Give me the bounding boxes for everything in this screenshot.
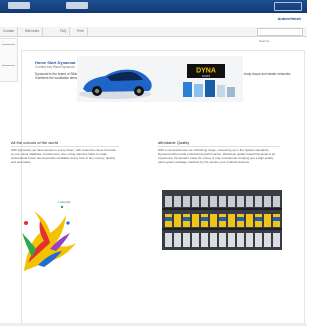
svg-text:Colourful: Colourful xyxy=(58,200,71,204)
sidebar-divider xyxy=(2,65,15,66)
nav-item-faq[interactable]: FAQ xyxy=(57,27,71,36)
paint-mixing-shelf-image xyxy=(162,190,282,250)
autorefinish-link[interactable]: Autorefinish xyxy=(277,16,301,21)
nav-item-contact[interactable]: Contact xyxy=(0,27,18,36)
quality-text: With a comprehensive car refinishing ran… xyxy=(158,148,276,164)
nav-item-site-index[interactable]: Site Index xyxy=(22,27,44,36)
search-box[interactable] xyxy=(257,28,303,44)
hero-brand-subtext: COAT xyxy=(202,74,210,78)
colours-text: With Dynacoat you have access to every c… xyxy=(11,148,116,164)
quality-section: affordable Quality With a comprehensive … xyxy=(158,140,280,164)
top-banner xyxy=(0,0,307,13)
colours-section: All the colours of the world With Dynaco… xyxy=(11,140,119,164)
hero-banner-image: DYNA COAT xyxy=(77,56,243,102)
sidebar-divider xyxy=(2,44,15,45)
top-navigation: Contact Site Index FAQ Print xyxy=(0,27,307,44)
partner-logo[interactable] xyxy=(66,2,88,9)
sidebar-panel xyxy=(0,38,18,82)
quality-heading: affordable Quality xyxy=(158,140,280,147)
corner-logo[interactable] xyxy=(274,2,302,11)
brand-logo[interactable] xyxy=(8,2,30,9)
page-subtitle: Content key Www.Dynacoat xyxy=(35,65,75,69)
colours-heading: All the colours of the world xyxy=(11,140,119,147)
paint-splash-image: Colourful xyxy=(22,200,76,271)
nav-item-print[interactable]: Print xyxy=(74,27,88,36)
search-input[interactable] xyxy=(258,38,300,44)
